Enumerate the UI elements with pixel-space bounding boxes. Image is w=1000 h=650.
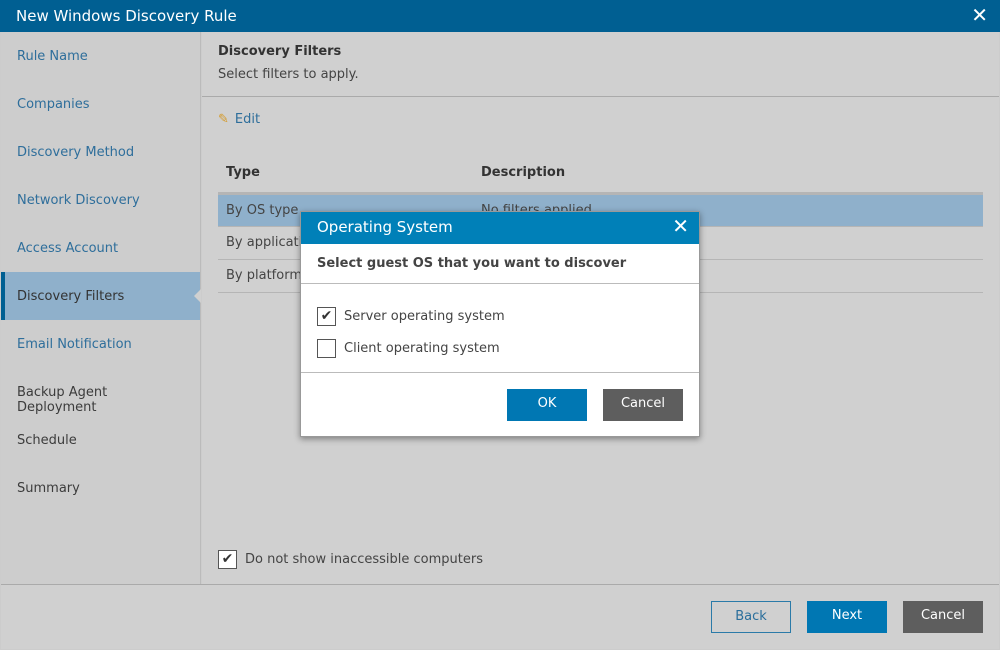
inaccessible-computers-option[interactable]: ✔ Do not show inaccessible computers	[218, 550, 483, 569]
server-os-label: Server operating system	[344, 309, 505, 324]
client-os-checkbox[interactable]	[317, 339, 336, 358]
pencil-icon: ✎	[218, 112, 229, 127]
step-access-account[interactable]: Access Account	[1, 224, 200, 272]
client-os-label: Client operating system	[344, 341, 500, 356]
client-os-option[interactable]: Client operating system	[317, 339, 500, 358]
close-icon[interactable]: ✕	[971, 3, 988, 27]
inaccessible-label: Do not show inaccessible computers	[245, 552, 483, 567]
step-discovery-method[interactable]: Discovery Method	[1, 128, 200, 176]
edit-button[interactable]: ✎ Edit	[218, 112, 260, 127]
step-schedule: Schedule	[1, 416, 200, 464]
column-type: Type	[218, 154, 473, 193]
back-button[interactable]: Back	[711, 601, 791, 633]
dialog-subtitle: Select guest OS that you want to discove…	[301, 244, 699, 284]
step-companies[interactable]: Companies	[1, 80, 200, 128]
dialog-cancel-button[interactable]: Cancel	[603, 389, 683, 421]
window-title: New Windows Discovery Rule	[16, 7, 237, 25]
column-description: Description	[473, 154, 983, 193]
operating-system-dialog: Operating System ✕ Select guest OS that y…	[300, 211, 700, 437]
inaccessible-checkbox[interactable]: ✔	[218, 550, 237, 569]
wizard-steps: Rule Name Companies Discovery Method Net…	[1, 32, 201, 584]
step-discovery-filters[interactable]: Discovery Filters	[1, 272, 200, 320]
window-title-bar: New Windows Discovery Rule ✕	[0, 0, 1000, 32]
step-backup-agent-deployment: Backup Agent Deployment	[1, 368, 200, 416]
page-title: Discovery Filters	[218, 44, 983, 59]
page-subtitle: Select filters to apply.	[218, 67, 983, 82]
next-button[interactable]: Next	[807, 601, 887, 633]
step-network-discovery[interactable]: Network Discovery	[1, 176, 200, 224]
step-rule-name[interactable]: Rule Name	[1, 32, 200, 80]
server-os-option[interactable]: ✔ Server operating system	[317, 307, 505, 326]
wizard-footer: Back Next Cancel	[1, 584, 999, 649]
cancel-button[interactable]: Cancel	[903, 601, 983, 633]
ok-button[interactable]: OK	[507, 389, 587, 421]
step-summary: Summary	[1, 464, 200, 512]
server-os-checkbox[interactable]: ✔	[317, 307, 336, 326]
dialog-close-icon[interactable]: ✕	[672, 214, 689, 238]
edit-label: Edit	[235, 112, 260, 127]
step-email-notification[interactable]: Email Notification	[1, 320, 200, 368]
dialog-title: Operating System	[317, 218, 453, 236]
divider	[301, 372, 699, 373]
